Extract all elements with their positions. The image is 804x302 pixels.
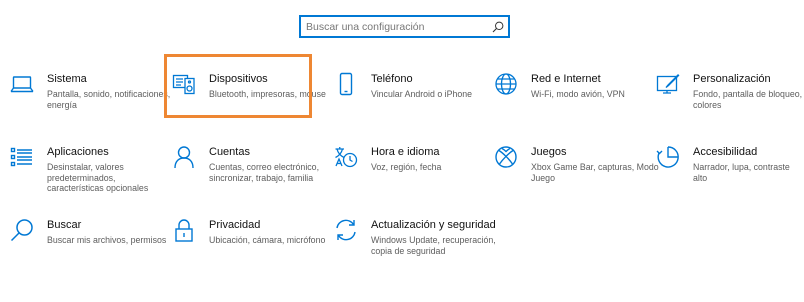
tile-title: Buscar bbox=[47, 219, 82, 231]
laptop-icon bbox=[10, 72, 34, 96]
person-icon bbox=[172, 145, 196, 169]
tile-title: Juegos bbox=[531, 146, 567, 158]
tile-description: Buscar mis archivos, permisos bbox=[47, 235, 167, 245]
settings-tile-aplicaciones[interactable]: Aplicaciones Desinstalar, valores predete… bbox=[10, 145, 148, 194]
tile-description: Xbox Game Bar, capturas, Modo Juego bbox=[531, 162, 659, 183]
globe-icon bbox=[494, 72, 518, 96]
settings-tile-telefono[interactable]: Teléfono Vincular Android o iPhone bbox=[334, 72, 472, 100]
tile-description: Wi-Fi, modo avión, VPN bbox=[531, 89, 625, 99]
tile-description: Bluetooth, impresoras, mouse bbox=[209, 89, 326, 99]
settings-tile-buscar[interactable]: Buscar Buscar mis archivos, permisos bbox=[10, 218, 166, 246]
tile-title: Personalización bbox=[693, 73, 771, 85]
search-icon[interactable] bbox=[492, 21, 504, 33]
personalization-icon bbox=[656, 72, 680, 96]
tile-title: Sistema bbox=[47, 73, 87, 85]
tile-description: Windows Update, recuperación, copia de se… bbox=[371, 235, 496, 256]
time-language-icon bbox=[334, 145, 358, 169]
update-icon bbox=[334, 218, 358, 242]
settings-tile-cuentas[interactable]: Cuentas Cuentas, correo electrónico, sinc… bbox=[172, 145, 319, 183]
settings-tile-sistema[interactable]: Sistema Pantalla, sonido, notificaciones… bbox=[10, 72, 170, 110]
settings-tile-dispositivos[interactable]: Dispositivos Bluetooth, impresoras, mous… bbox=[172, 72, 326, 100]
accessibility-icon bbox=[656, 145, 680, 169]
tile-description: Narrador, lupa, contraste alto bbox=[693, 162, 790, 183]
lock-icon bbox=[172, 218, 196, 242]
settings-tile-hora-idioma[interactable]: Hora e idioma Voz, región, fecha bbox=[334, 145, 441, 173]
tile-title: Actualización y seguridad bbox=[371, 219, 496, 231]
search-icon bbox=[10, 218, 34, 242]
apps-list-icon bbox=[10, 145, 34, 169]
tile-description: Vincular Android o iPhone bbox=[371, 89, 473, 99]
search-input[interactable] bbox=[306, 20, 492, 33]
tile-description: Cuentas, correo electrónico, sincronizar,… bbox=[209, 162, 320, 183]
tile-title: Dispositivos bbox=[209, 73, 268, 85]
tile-description: Pantalla, sonido, notificaciones, energía bbox=[47, 89, 171, 110]
tile-title: Cuentas bbox=[209, 146, 250, 158]
phone-icon bbox=[334, 72, 358, 96]
settings-tile-privacidad[interactable]: Privacidad Ubicación, cámara, micrófono bbox=[172, 218, 325, 246]
tile-description: Ubicación, cámara, micrófono bbox=[209, 235, 326, 245]
tile-title: Aplicaciones bbox=[47, 146, 109, 158]
settings-tile-red-internet[interactable]: Red e Internet Wi-Fi, modo avión, VPN bbox=[494, 72, 625, 100]
settings-tile-accesibilidad[interactable]: Accesibilidad Narrador, lupa, contraste … bbox=[656, 145, 804, 183]
tile-title: Red e Internet bbox=[531, 73, 601, 85]
settings-tile-actualizacion-seguridad[interactable]: Actualización y seguridad Windows Update… bbox=[334, 218, 496, 256]
devices-icon bbox=[172, 72, 196, 96]
tile-title: Accesibilidad bbox=[693, 146, 758, 158]
tile-title: Hora e idioma bbox=[371, 146, 440, 158]
settings-search-box[interactable] bbox=[299, 15, 510, 38]
xbox-icon bbox=[494, 145, 518, 169]
settings-tile-personalizacion[interactable]: Personalización Fondo, pantalla de bloqu… bbox=[656, 72, 802, 110]
tile-description: Desinstalar, valores predeterminados, cara… bbox=[47, 162, 149, 194]
tile-description: Fondo, pantalla de bloqueo, colores bbox=[693, 89, 803, 110]
tile-title: Teléfono bbox=[371, 73, 413, 85]
tile-title: Privacidad bbox=[209, 219, 261, 231]
tile-description: Voz, región, fecha bbox=[371, 162, 442, 172]
settings-tile-juegos[interactable]: Juegos Xbox Game Bar, capturas, Modo Jueg… bbox=[494, 145, 659, 183]
